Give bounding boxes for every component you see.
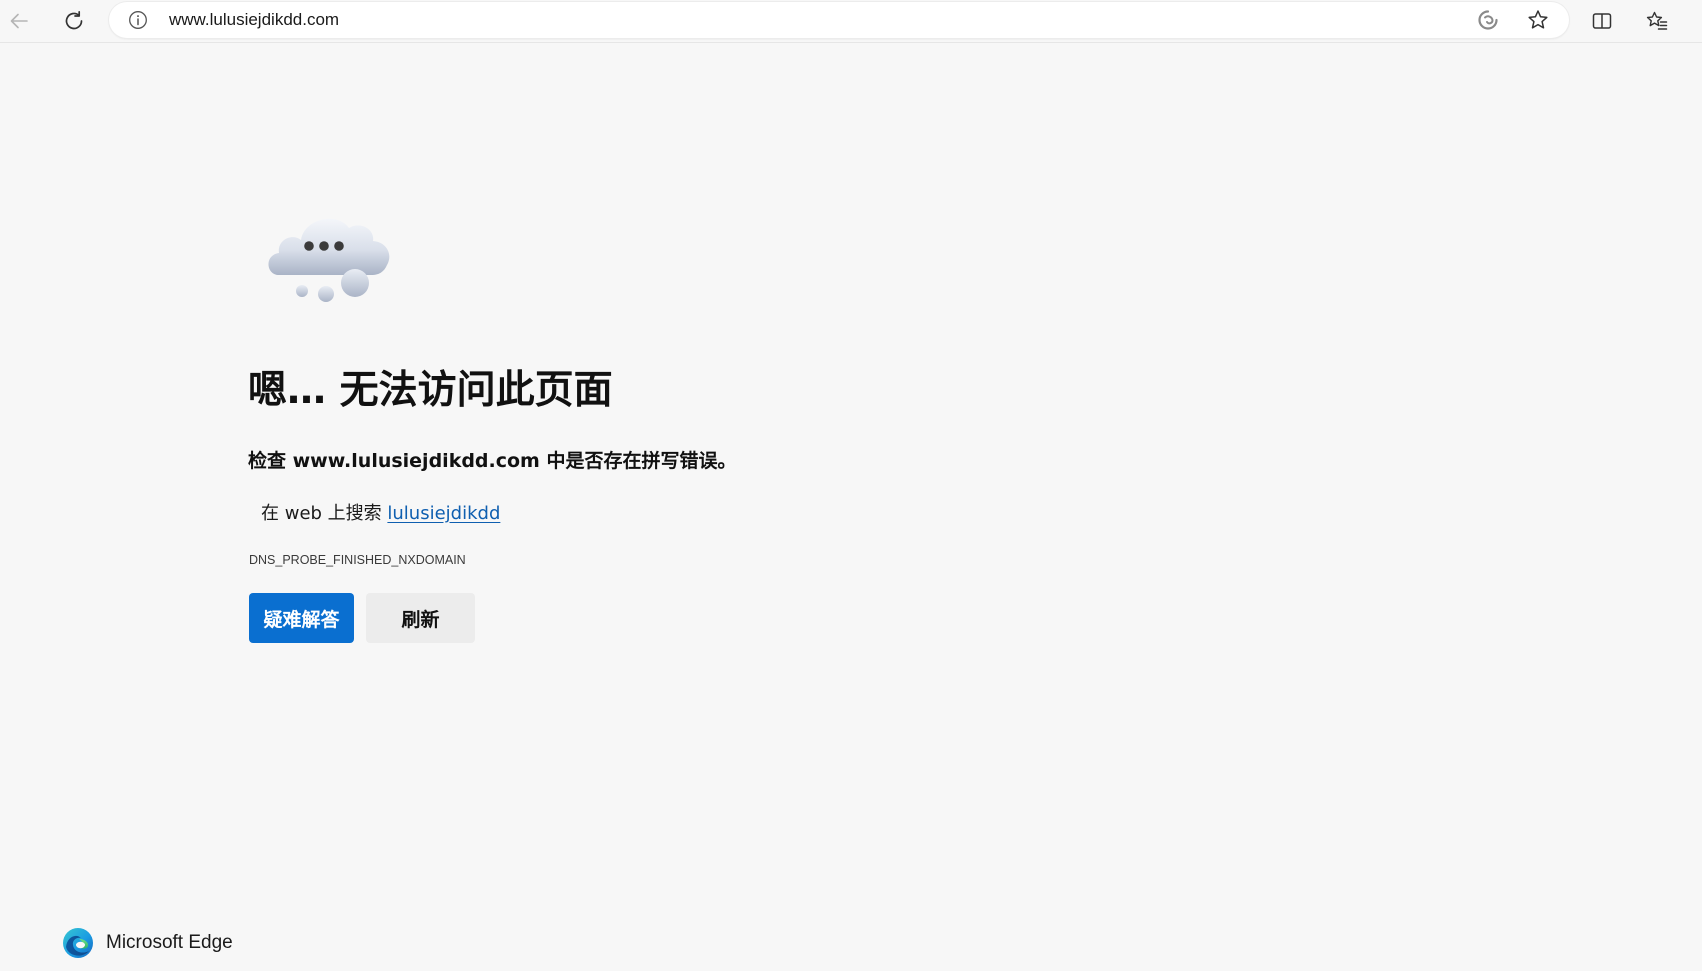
back-button[interactable] — [2, 4, 36, 38]
browser-toolbar — [0, 0, 1702, 43]
refresh-button[interactable] — [57, 4, 91, 38]
url-input[interactable] — [169, 2, 1469, 38]
favorites-button[interactable] — [1640, 4, 1674, 38]
web-search-link[interactable]: lulusiejdikdd — [387, 503, 500, 524]
error-title: 嗯… 无法访问此页面 — [248, 368, 613, 413]
star-icon[interactable] — [1524, 6, 1552, 34]
search-suggestion-prefix: 在 web 上搜索 — [261, 503, 388, 524]
info-icon[interactable] — [128, 10, 148, 30]
troubleshoot-button[interactable]: 疑难解答 — [249, 593, 354, 643]
edge-logo-icon — [62, 927, 94, 959]
web-search-suggestion: 在 web 上搜索 lulusiejdikdd — [261, 500, 500, 528]
edge-branding: Microsoft Edge — [62, 926, 233, 960]
error-code: DNS_PROBE_FINISHED_NXDOMAIN — [249, 553, 466, 567]
refresh-icon — [62, 9, 86, 33]
address-bar[interactable] — [109, 2, 1569, 38]
offline-cloud-illustration — [263, 203, 395, 305]
refresh-page-button[interactable]: 刷新 — [366, 593, 475, 643]
favorites-list-icon — [1645, 9, 1669, 33]
back-arrow-icon — [8, 10, 30, 32]
read-aloud-icon[interactable] — [1474, 6, 1502, 34]
brand-name: Microsoft Edge — [106, 932, 233, 953]
split-screen-button[interactable] — [1585, 4, 1619, 38]
split-screen-icon — [1590, 9, 1614, 33]
error-subtitle: 检查 www.lulusiejdikdd.com 中是否存在拼写错误。 — [248, 450, 737, 472]
